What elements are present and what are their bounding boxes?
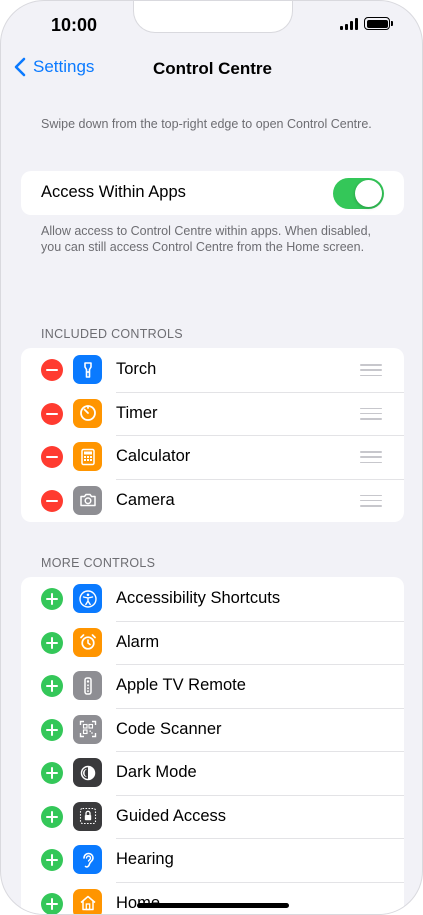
access-within-apps-label: Access Within Apps [41, 183, 186, 202]
list-item: Calculator [21, 435, 404, 479]
list-item: Alarm [21, 620, 404, 665]
list-item: Code Scanner [21, 707, 404, 752]
add-button[interactable] [41, 588, 63, 610]
list-item-label: Timer [116, 403, 158, 422]
accessibility-icon [73, 584, 102, 613]
list-item: Hearing [21, 838, 404, 882]
list-item: Timer [21, 391, 404, 436]
list-item: Apple TV Remote [21, 664, 404, 708]
calculator-icon [73, 442, 102, 471]
list-item: Torch [21, 348, 404, 392]
add-button[interactable] [41, 675, 63, 697]
list-item: Home [21, 881, 404, 914]
remove-button[interactable] [41, 489, 63, 512]
access-within-apps-group: Access Within Apps [21, 171, 404, 215]
reorder-handle[interactable] [360, 494, 382, 507]
add-button[interactable] [41, 892, 63, 914]
battery-icon [364, 17, 393, 30]
list-item-label: Calculator [116, 447, 191, 466]
notch [133, 1, 293, 33]
lock-icon [73, 801, 102, 831]
add-button[interactable] [41, 762, 63, 784]
included-controls-header: INCLUDED CONTROLS [41, 327, 183, 341]
list-item-label: Apple TV Remote [116, 676, 246, 695]
list-item: Guided Access [21, 794, 404, 839]
torch-icon [73, 355, 102, 384]
navigation-bar: Settings Control Centre [1, 57, 422, 83]
access-within-apps-footnote: Allow access to Control Centre within ap… [41, 224, 372, 254]
list-item-label: Alarm [116, 632, 160, 651]
status-icons [340, 17, 393, 30]
remove-button[interactable] [41, 359, 63, 381]
more-controls-header: MORE CONTROLS [41, 556, 156, 570]
list-item-label: Accessibility Shortcuts [116, 589, 281, 608]
home-indicator[interactable] [137, 903, 289, 908]
list-item: Camera [21, 478, 404, 523]
list-item: Dark Mode [21, 751, 404, 795]
add-button[interactable] [41, 805, 63, 828]
reorder-handle[interactable] [360, 451, 382, 463]
camera-icon [73, 485, 102, 515]
intro-text: Swipe down from the top-right edge to op… [41, 117, 372, 131]
status-time: 10:00 [51, 15, 98, 35]
phone-screen: 10:00 Settings Control Centre Swipe down… [0, 0, 423, 915]
signal-icon [340, 17, 358, 30]
remove-button[interactable] [41, 446, 63, 468]
timer-icon [73, 398, 102, 428]
remove-button[interactable] [41, 402, 63, 425]
qr-code-icon [73, 714, 102, 744]
more-controls-list: Accessibility Shortcuts Alarm Apple TV R… [21, 577, 404, 914]
alarm-icon [73, 627, 102, 657]
page-title: Control Centre [153, 59, 272, 78]
home-icon [73, 888, 102, 914]
add-button[interactable] [41, 718, 63, 741]
list-item-label: Guided Access [116, 806, 227, 825]
reorder-handle[interactable] [360, 364, 382, 376]
list-item-label: Dark Mode [116, 763, 197, 782]
access-within-apps-toggle[interactable] [333, 178, 384, 209]
access-within-apps-row: Access Within Apps [21, 171, 404, 215]
list-item-label: Code Scanner [116, 719, 222, 738]
included-controls-list: Torch Timer Calculator Camera [21, 348, 404, 522]
reorder-handle[interactable] [360, 407, 382, 420]
list-item-label: Torch [116, 360, 157, 379]
ear-icon [73, 845, 102, 874]
remote-icon [73, 671, 102, 700]
list-item: Accessibility Shortcuts [21, 577, 404, 621]
dark-mode-icon [73, 758, 102, 787]
add-button[interactable] [41, 631, 63, 654]
list-item-label: Camera [116, 490, 175, 509]
list-item-label: Hearing [116, 850, 174, 869]
add-button[interactable] [41, 849, 63, 871]
